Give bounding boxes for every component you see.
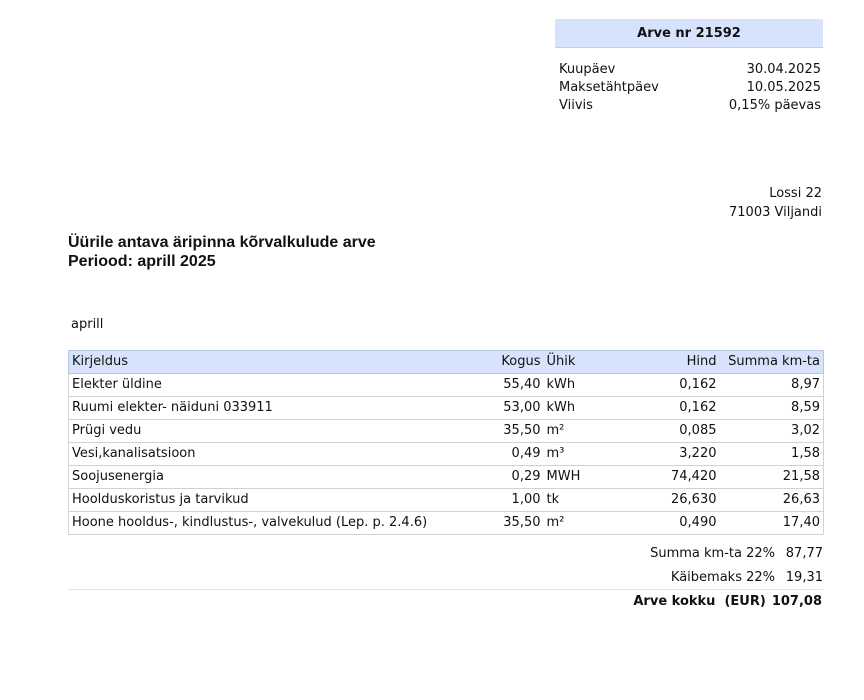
item-description: Vesi,kanalisatsioon: [72, 446, 196, 461]
grand-total-row: Arve kokku (EUR) 107,08: [633, 590, 822, 614]
item-quantity: 0,29: [511, 469, 541, 484]
late-fee-row: Viivis 0,15% päevas: [559, 97, 821, 115]
item-price: 0,162: [679, 400, 717, 415]
billing-address: Lossi 22 71003 Viljandi: [729, 184, 822, 222]
due-date-value: 10.05.2025: [746, 80, 821, 95]
item-quantity: 35,50: [503, 515, 541, 530]
item-amount: 21,58: [782, 469, 820, 484]
grand-total-value: 107,08: [771, 594, 822, 609]
item-description: Hoolduskoristus ja tarvikud: [72, 492, 249, 507]
item-price: 0,162: [679, 377, 717, 392]
item-amount: 17,40: [782, 515, 820, 530]
item-price: 26,630: [671, 492, 717, 507]
item-quantity: 35,50: [503, 423, 541, 438]
item-amount: 26,63: [782, 492, 820, 507]
address-street: Lossi 22: [769, 186, 822, 201]
item-description: Ruumi elekter- näiduni 033911: [72, 400, 273, 415]
item-amount: 3,02: [791, 423, 820, 438]
item-quantity: 55,40: [503, 377, 541, 392]
subtotal-label: Summa km-ta 22%: [650, 546, 775, 561]
late-fee-label: Viivis: [559, 98, 593, 113]
vat-value: 19,31: [785, 570, 823, 585]
table-row: Vesi,kanalisatsioon 0,49 m³ 3,220 1,58: [68, 442, 824, 466]
item-amount: 1,58: [791, 446, 820, 461]
late-fee-value: 0,15% päevas: [728, 98, 821, 113]
table-row: Prügi vedu 35,50 m² 0,085 3,02: [68, 419, 824, 443]
item-unit: kWh: [546, 377, 576, 392]
due-date-row: Maksetähtpäev 10.05.2025: [559, 79, 821, 97]
table-header-row: Kirjeldus Kogus Ühik Hind Summa km-ta: [68, 350, 824, 374]
item-unit: kWh: [546, 400, 576, 415]
item-price: 3,220: [679, 446, 717, 461]
item-price: 0,085: [679, 423, 717, 438]
invoice-date-value: 30.04.2025: [746, 62, 821, 77]
invoice-items-table: Kirjeldus Kogus Ühik Hind Summa km-ta El…: [68, 350, 824, 535]
subtotal-value: 87,77: [785, 546, 823, 561]
column-header-quantity: Kogus: [501, 354, 541, 369]
table-row: Soojusenergia 0,29 MWH 74,420 21,58: [68, 465, 824, 489]
document-period: Periood: aprill 2025: [68, 253, 216, 270]
item-unit: m³: [546, 446, 565, 461]
vat-label: Käibemaks 22%: [670, 570, 775, 585]
item-description: Prügi vedu: [72, 423, 142, 438]
item-price: 74,420: [671, 469, 717, 484]
item-description: Soojusenergia: [72, 469, 164, 484]
vat-row: Käibemaks 22% 19,31: [68, 566, 823, 590]
invoice-totals: Summa km-ta 22% 87,77 Käibemaks 22% 19,3…: [68, 542, 823, 590]
column-header-amount: Summa km-ta: [728, 354, 820, 369]
table-row: Hoolduskoristus ja tarvikud 1,00 tk 26,6…: [68, 488, 824, 512]
item-amount: 8,97: [791, 377, 820, 392]
column-header-description: Kirjeldus: [72, 354, 128, 369]
table-row: Ruumi elekter- näiduni 033911 53,00 kWh …: [68, 396, 824, 420]
billing-month: aprill: [71, 317, 104, 332]
column-header-price: Hind: [686, 354, 717, 369]
column-header-unit: Ühik: [546, 354, 576, 369]
address-city: 71003 Viljandi: [729, 205, 822, 220]
invoice-number-header: Arve nr 21592: [555, 19, 823, 48]
item-unit: m²: [546, 515, 565, 530]
table-row: Hoone hooldus-, kindlustus-, valvekulud …: [68, 511, 824, 535]
invoice-number: Arve nr 21592: [637, 25, 741, 41]
item-quantity: 0,49: [511, 446, 541, 461]
grand-total-label: Arve kokku (EUR): [633, 594, 766, 609]
item-unit: m²: [546, 423, 565, 438]
invoice-date-row: Kuupäev 30.04.2025: [559, 61, 821, 79]
table-row: Elekter üldine 55,40 kWh 0,162 8,97: [68, 373, 824, 397]
item-description: Elekter üldine: [72, 377, 162, 392]
item-description: Hoone hooldus-, kindlustus-, valvekulud …: [72, 515, 428, 530]
item-quantity: 53,00: [503, 400, 541, 415]
item-amount: 8,59: [791, 400, 820, 415]
due-date-label: Maksetähtpäev: [559, 80, 659, 95]
invoice-date-label: Kuupäev: [559, 62, 616, 77]
subtotal-row: Summa km-ta 22% 87,77: [68, 542, 823, 566]
item-quantity: 1,00: [511, 492, 541, 507]
item-price: 0,490: [679, 515, 717, 530]
item-unit: tk: [546, 492, 560, 507]
document-title-main: Üürile antava äripinna kõrvalkulude arve: [68, 234, 376, 251]
item-unit: MWH: [546, 469, 581, 484]
document-title: Üürile antava äripinna kõrvalkulude arve…: [68, 233, 376, 271]
invoice-metadata: Kuupäev 30.04.2025 Maksetähtpäev 10.05.2…: [559, 61, 821, 115]
